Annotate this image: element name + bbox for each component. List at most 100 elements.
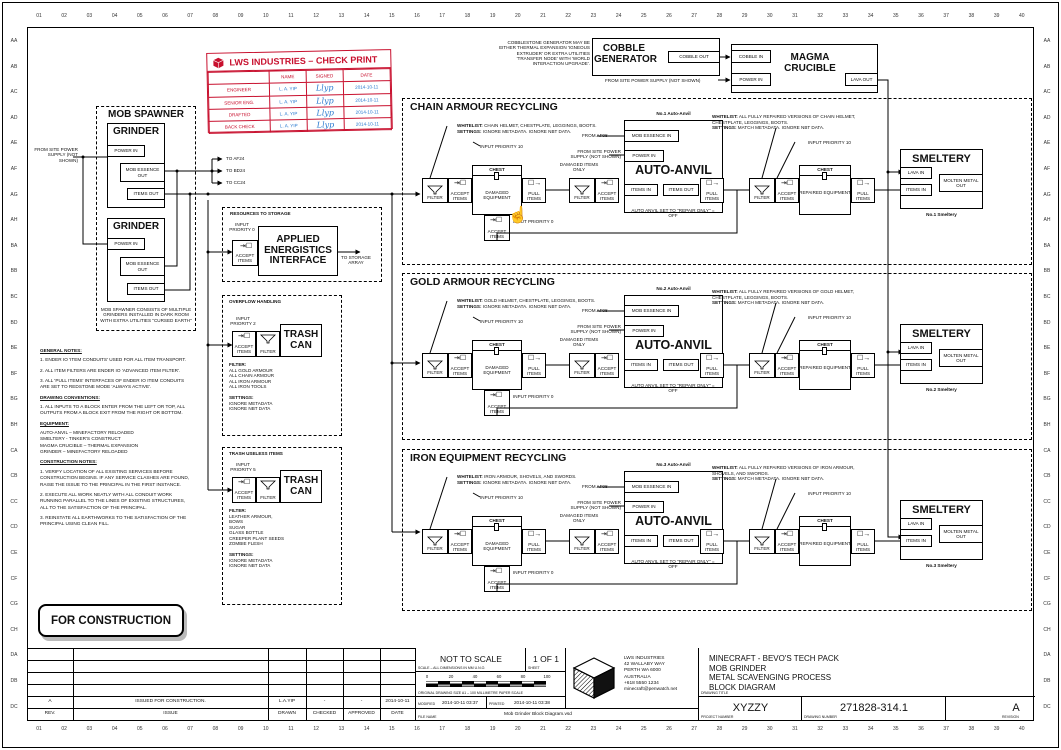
whitelist-out: WHITELIST: ALL FULLY REPAIRED VERSIONS O… [712, 289, 855, 305]
input-priority-label: INPUT PRIORITY 10 [808, 140, 851, 145]
grinder-1-mob-essence-out[interactable]: MOB ESSENCE OUT [120, 163, 165, 182]
grinder-2-mob-essence-out[interactable]: MOB ESSENCE OUT [120, 257, 165, 276]
grid-row-label: CC [10, 498, 18, 505]
target-bd24: TO BD24 [226, 168, 246, 173]
grid-column-label: 14 [363, 13, 370, 19]
molten-metal-out[interactable]: MOLTEN METAL OUT [939, 525, 983, 543]
grid-column-label: 05 [137, 13, 143, 19]
lava-in[interactable]: LAVA IN [900, 342, 932, 354]
whitelist-in: WHITELIST: GOLD HELMET, CHESTPLATE, LEGG… [457, 298, 596, 309]
cobble-out-port[interactable]: COBBLE OUT [668, 51, 720, 63]
scale-tick: 20 [448, 674, 454, 679]
grinder-2-items-out[interactable]: ITEMS OUT [127, 283, 165, 295]
for-construction-stamp: FOR CONSTRUCTION [38, 604, 184, 637]
target-af24: TO AF24 [226, 156, 245, 161]
anvil-power-source: FROM SITE POWER SUPPLY (NOT SHOWN) [570, 324, 621, 335]
cobble-note: COBBLESTONE GENERATOR MAY BE EITHER THER… [499, 40, 590, 67]
header-cell: SIGNED [306, 69, 343, 83]
smeltery-name: No.2 Smeltery [926, 387, 957, 392]
grid-column-label: 33 [842, 726, 849, 732]
cobble-in-port[interactable]: COBBLE IN [731, 50, 771, 63]
filename-cell: FILE NAME Mob Grinder Block Diagram.vsd [416, 709, 699, 721]
molten-metal-out[interactable]: MOLTEN METAL OUT [939, 174, 983, 192]
anvil-items-out[interactable]: ITEMS OUT [663, 359, 699, 371]
grid-column-label: 30 [767, 13, 773, 19]
anvil-items-in[interactable]: ITEMS IN [624, 535, 658, 547]
auto-anvil-title: AUTO-ANVIL [635, 163, 712, 177]
grid-column-label: 19 [489, 726, 496, 732]
lava-in[interactable]: LAVA IN [900, 518, 932, 530]
revision-header: APPROVED [348, 711, 375, 716]
grid-row-label: BF [10, 370, 18, 377]
grid-row-label: CG [10, 601, 18, 608]
grid-row-label: BH [10, 422, 18, 428]
lava-in[interactable]: LAVA IN [900, 167, 932, 179]
molten-metal-out[interactable]: MOLTEN METAL OUT [939, 349, 983, 367]
mob-essence-in[interactable]: MOB ESSENCE IN [624, 481, 679, 493]
check-print-stamp: LWS INDUSTRIES – CHECK PRINT NAME SIGNED D… [206, 49, 393, 134]
grinder-1-items-out[interactable]: ITEMS OUT [127, 188, 165, 200]
anvil-items-in[interactable]: ITEMS IN [624, 359, 658, 371]
applied-energistics-interface[interactable]: APPLIED ENERGISTICS INTERFACE [258, 226, 338, 276]
scale-bar-cell: 0 20 40 60 80 100 ORIGINAL DRAWING SIZE A1 – … [416, 672, 566, 697]
anvil-items-in[interactable]: ITEMS IN [624, 184, 658, 196]
grid-row-label: AC [10, 89, 18, 96]
anvil-note: AUTO ANVIL SET TO "REPAIR ONLY" = OFF [631, 208, 715, 219]
pull-icon: ☐→ [706, 180, 720, 187]
signature: Llyp [306, 81, 344, 95]
grid-row-label: AA [10, 38, 18, 44]
grid-column-label: 31 [792, 13, 798, 19]
grid-row-label: AF [1043, 166, 1051, 172]
grid-row-label: AE [1043, 140, 1051, 147]
grid-row-label: CF [10, 575, 18, 582]
anvil-power-in[interactable]: POWER IN [624, 150, 664, 162]
header-cell: DATE [342, 68, 391, 82]
pull-icon: ☐→ [857, 180, 871, 187]
grid-column-label: 15 [389, 726, 395, 732]
scale-tick: 0 [425, 674, 429, 679]
revision-header: REV. [44, 711, 56, 716]
grid-column-label: 27 [691, 13, 697, 19]
company-cell: LWS INDUSTRIES 42 WALLABY WAY PERTH WA 6… [566, 648, 699, 709]
grid-column-label: 25 [641, 726, 647, 732]
signature: Llyp [307, 118, 344, 132]
grid-column-label: 21 [540, 13, 546, 19]
grid-row-label: AH [1043, 217, 1051, 224]
grid-column-label: 20 [515, 726, 521, 732]
grid-column-label: 22 [565, 726, 571, 732]
grinder-2-power-in[interactable]: POWER IN [107, 238, 145, 250]
accept-icon: ⇥☐ [454, 531, 467, 538]
overflow-section-title: OVERFLOW HANDLING [229, 299, 282, 304]
accept-icon: ⇥☐ [240, 243, 253, 250]
lava-out-port[interactable]: LAVA OUT [845, 73, 878, 86]
anvil-items-out[interactable]: ITEMS OUT [663, 184, 699, 196]
anvil-items-out[interactable]: ITEMS OUT [663, 535, 699, 547]
crucible-power-in[interactable]: POWER IN [731, 73, 771, 86]
revision-header: CHECKED [312, 711, 337, 716]
smeltery-items-in[interactable]: ITEMS IN [900, 359, 932, 371]
input-priority-label: INPUT PRIORITY 10 [808, 491, 851, 496]
grinder-1-power-in[interactable]: POWER IN [107, 145, 145, 157]
trash-can-useless[interactable]: TRASH CAN [280, 470, 322, 503]
funnel-icon [754, 182, 770, 200]
trash-can-overflow[interactable]: TRASH CAN [280, 324, 322, 357]
smeltery-items-in[interactable]: ITEMS IN [900, 535, 932, 547]
mob-essence-in[interactable]: MOB ESSENCE IN [624, 130, 679, 142]
grid-column-label: 35 [893, 13, 899, 19]
auto-anvil-title: AUTO-ANVIL [635, 514, 712, 528]
revision-cell: - [360, 699, 363, 704]
funnel-icon [574, 357, 590, 375]
mob-essence-in[interactable]: MOB ESSENCE IN [624, 305, 679, 317]
crucible-power-source: FROM SITE POWER SUPPLY (NOT SHOWN) [605, 78, 701, 83]
grid-column-label: 16 [414, 13, 420, 19]
anvil-power-in[interactable]: POWER IN [624, 501, 664, 513]
anvil-power-in[interactable]: POWER IN [624, 325, 664, 337]
whitelist-in: WHITELIST: CHAIN HELMET, CHESTPLATE, LEG… [457, 123, 597, 134]
grid-row-label: AG [10, 191, 18, 198]
grid-row-label: BA [1043, 242, 1051, 249]
grid-column-label: 27 [691, 726, 697, 732]
grid-column-label: 10 [263, 726, 269, 732]
smeltery-items-in[interactable]: ITEMS IN [900, 184, 932, 196]
accept-icon: ⇥☐ [490, 392, 503, 399]
grid-column-label: 35 [893, 726, 899, 732]
